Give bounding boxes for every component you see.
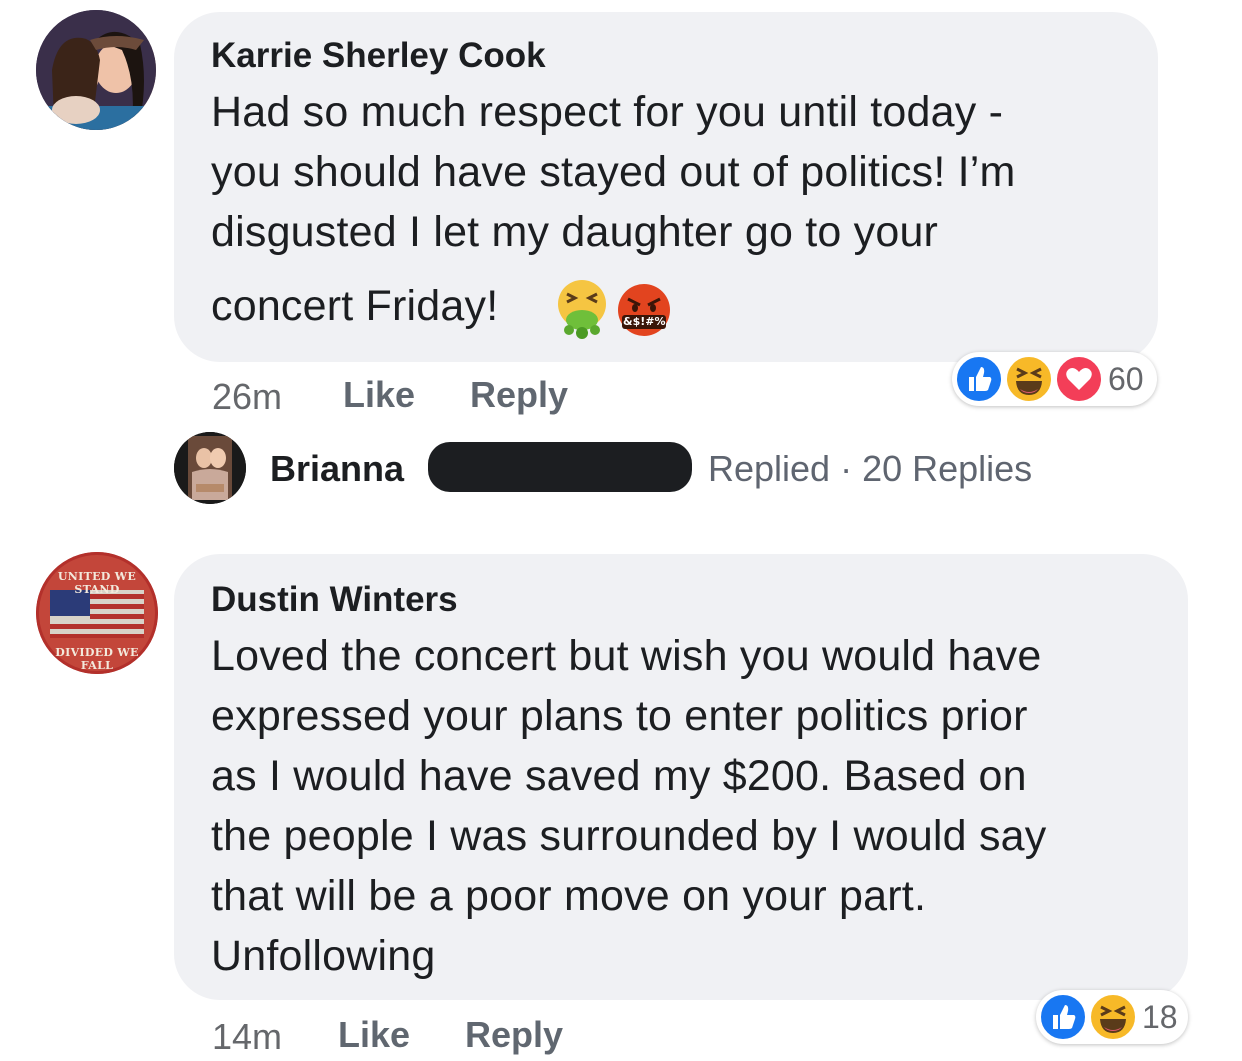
reply-button[interactable]: Reply <box>465 1014 563 1056</box>
reply-avatar[interactable] <box>174 432 246 504</box>
reply-author-name[interactable]: Brianna <box>270 448 404 490</box>
comment-text-line: expressed your plans to enter politics p… <box>211 692 1028 740</box>
like-reaction-icon <box>954 354 1004 404</box>
love-reaction-icon <box>1054 354 1104 404</box>
reaction-count: 60 <box>1108 361 1144 397</box>
comment-author[interactable]: Karrie Sherley Cook <box>211 36 546 76</box>
comment-text-line: Unfollowing <box>211 932 436 980</box>
haha-reaction-icon <box>1004 354 1054 404</box>
avatar[interactable] <box>36 10 156 130</box>
avatar[interactable]: UNITED WE STAND DIVIDED WE FALL <box>36 552 158 674</box>
comment-timestamp[interactable]: 14m <box>212 1016 282 1058</box>
reactions-summary[interactable]: 60 <box>952 352 1157 406</box>
comment-text-line: concert Friday! <box>211 282 499 330</box>
like-button[interactable]: Like <box>338 1014 410 1056</box>
comment-text-line: Loved the concert but wish you would hav… <box>211 632 1042 680</box>
haha-reaction-icon <box>1088 992 1138 1042</box>
avatar-text-top: UNITED WE STAND <box>57 570 137 596</box>
emoji-symbol-text: &$!#% <box>623 315 666 328</box>
comment-text-line: disgusted I let my daughter go to your <box>211 208 939 256</box>
reactions-summary[interactable]: 18 <box>1036 990 1188 1044</box>
like-reaction-icon <box>1038 992 1088 1042</box>
comment-timestamp[interactable]: 26m <box>212 376 282 418</box>
comment-text-line: that will be a poor move on your part. <box>211 872 927 920</box>
comment-text-line: the people I was surrounded by I would s… <box>211 812 1047 860</box>
reply-count-text[interactable]: Replied · 20 Replies <box>708 448 1032 490</box>
avatar-text-bottom: DIVIDED WE FALL <box>55 646 139 672</box>
like-button[interactable]: Like <box>343 374 415 416</box>
reaction-count: 18 <box>1142 999 1178 1035</box>
face-with-symbols-on-mouth-icon: &$!#% <box>616 282 672 338</box>
comment-text-line: Had so much respect for you until today … <box>211 88 1004 136</box>
comment-author[interactable]: Dustin Winters <box>211 580 458 620</box>
comment-text-line: as I would have saved my $200. Based on <box>211 752 1027 800</box>
nauseated-face-icon <box>553 276 611 340</box>
comment-text-line: you should have stayed out of politics! … <box>211 148 1016 196</box>
reply-button[interactable]: Reply <box>470 374 568 416</box>
redaction-bar <box>428 442 692 492</box>
